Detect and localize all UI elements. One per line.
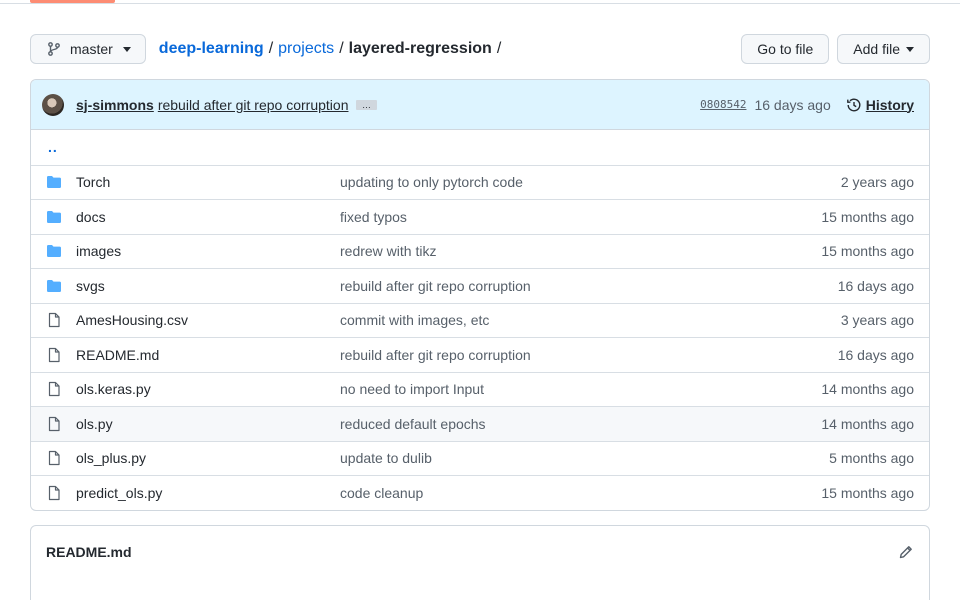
file-name-link[interactable]: svgs xyxy=(76,278,340,294)
avatar[interactable] xyxy=(42,93,64,116)
file-list: sj-simmons rebuild after git repo corrup… xyxy=(30,79,930,511)
latest-commit-bar: sj-simmons rebuild after git repo corrup… xyxy=(31,80,929,130)
file-commit-message-link[interactable]: rebuild after git repo corruption xyxy=(340,278,838,294)
file-commit-age: 14 months ago xyxy=(821,381,914,398)
pencil-icon xyxy=(899,546,912,559)
file-commit-age: 16 days ago xyxy=(837,277,914,294)
folder-icon xyxy=(46,209,62,225)
file-navigation: master deep-learning / projects / layere… xyxy=(30,34,930,64)
readme-panel: README.md xyxy=(30,525,930,600)
file-rows: Torch updating to only pytorch code 2 year… xyxy=(31,164,929,510)
breadcrumb-separator: / xyxy=(339,40,344,57)
file-row[interactable]: docs fixed typos 15 months ago xyxy=(31,199,929,234)
chevron-down-icon xyxy=(906,46,914,52)
file-icon xyxy=(46,347,62,363)
file-commit-age: 14 months ago xyxy=(821,415,914,432)
commit-age: 16 days ago xyxy=(754,96,831,113)
file-commit-message-link[interactable]: no need to import Input xyxy=(340,381,821,397)
commit-expand-button[interactable]: … xyxy=(356,99,378,110)
folder-icon xyxy=(46,243,62,259)
top-nav-underline xyxy=(0,0,960,4)
file-commit-message-link[interactable]: redrew with tikz xyxy=(340,243,821,259)
file-icon xyxy=(46,485,62,501)
file-name-link[interactable]: images xyxy=(76,243,340,259)
file-row[interactable]: README.md rebuild after git repo corrupti… xyxy=(31,337,929,372)
file-name-link[interactable]: ols_plus.py xyxy=(76,450,340,466)
file-commit-message-link[interactable]: reduced default epochs xyxy=(340,416,821,432)
add-file-button[interactable]: Add file xyxy=(837,34,930,64)
parent-directory-row[interactable]: .. xyxy=(31,130,929,165)
parent-directory-link[interactable]: .. xyxy=(48,139,58,155)
file-commit-message-link[interactable]: fixed typos xyxy=(340,209,821,225)
readme-header: README.md xyxy=(31,526,929,578)
file-actions: Go to file Add file xyxy=(741,34,930,64)
file-name-link[interactable]: AmesHousing.csv xyxy=(76,312,340,328)
folder-icon xyxy=(46,174,62,190)
file-row[interactable]: AmesHousing.csv commit with images, etc 3 … xyxy=(31,302,929,338)
active-tab-indicator xyxy=(30,0,115,3)
breadcrumb-separator: / xyxy=(496,40,502,57)
file-commit-age: 3 years ago xyxy=(840,312,914,329)
file-row[interactable]: predict_ols.py code cleanup 15 months ago xyxy=(31,475,929,510)
folder-icon xyxy=(46,278,62,294)
file-commit-age: 15 months ago xyxy=(821,243,914,260)
history-link[interactable]: History xyxy=(846,97,914,113)
breadcrumb-repo-link[interactable]: deep-learning xyxy=(159,40,264,58)
edit-readme-button[interactable] xyxy=(898,544,914,560)
file-row[interactable]: Torch updating to only pytorch code 2 year… xyxy=(31,164,929,200)
readme-title: README.md xyxy=(46,544,132,560)
file-commit-message-link[interactable]: code cleanup xyxy=(340,485,821,501)
breadcrumb-dir-link[interactable]: projects xyxy=(278,40,334,58)
breadcrumb-current: layered-regression xyxy=(348,40,492,57)
file-row[interactable]: ols_plus.py update to dulib 5 months ago xyxy=(31,440,929,476)
file-icon xyxy=(46,450,62,466)
commit-sha-link[interactable]: 0808542 xyxy=(700,98,746,111)
file-name-link[interactable]: predict_ols.py xyxy=(76,485,340,501)
branch-select-button[interactable]: master xyxy=(30,34,146,64)
commit-author-link[interactable]: sj-simmons xyxy=(76,97,154,113)
file-name-link[interactable]: docs xyxy=(76,209,340,225)
go-to-file-label: Go to file xyxy=(757,41,814,57)
file-icon xyxy=(46,381,62,397)
file-commit-age: 15 months ago xyxy=(821,484,914,501)
file-commit-age: 2 years ago xyxy=(840,174,914,191)
file-commit-message-link[interactable]: update to dulib xyxy=(340,450,829,466)
file-icon xyxy=(46,312,62,328)
file-name-link[interactable]: Torch xyxy=(76,174,340,190)
file-commit-age: 5 months ago xyxy=(829,450,914,467)
file-row[interactable]: ols.keras.py no need to import Input 14 mo… xyxy=(31,371,929,407)
file-name-link[interactable]: README.md xyxy=(76,347,340,363)
file-commit-age: 16 days ago xyxy=(837,346,914,363)
add-file-label: Add file xyxy=(853,41,900,57)
file-commit-message-link[interactable]: commit with images, etc xyxy=(340,312,841,328)
branch-name: master xyxy=(70,41,113,57)
history-label: History xyxy=(865,96,914,113)
file-icon xyxy=(46,416,62,432)
breadcrumb-separator: / xyxy=(268,40,274,57)
file-row[interactable]: images redrew with tikz 15 months ago xyxy=(31,233,929,269)
breadcrumb: deep-learning / projects / layered-regre… xyxy=(159,40,506,58)
file-name-link[interactable]: ols.keras.py xyxy=(76,381,340,397)
file-row[interactable]: ols.py reduced default epochs 14 months ag… xyxy=(31,406,929,441)
chevron-down-icon xyxy=(122,46,131,52)
file-commit-message-link[interactable]: updating to only pytorch code xyxy=(340,174,841,190)
file-row[interactable]: svgs rebuild after git repo corruption 16 … xyxy=(31,268,929,303)
go-to-file-button[interactable]: Go to file xyxy=(741,34,830,64)
file-commit-message-link[interactable]: rebuild after git repo corruption xyxy=(340,347,838,363)
history-icon xyxy=(846,98,861,111)
file-name-link[interactable]: ols.py xyxy=(76,416,340,432)
git-branch-icon xyxy=(48,42,60,56)
file-commit-age: 15 months ago xyxy=(821,208,914,225)
commit-message-link[interactable]: rebuild after git repo corruption xyxy=(158,97,349,113)
